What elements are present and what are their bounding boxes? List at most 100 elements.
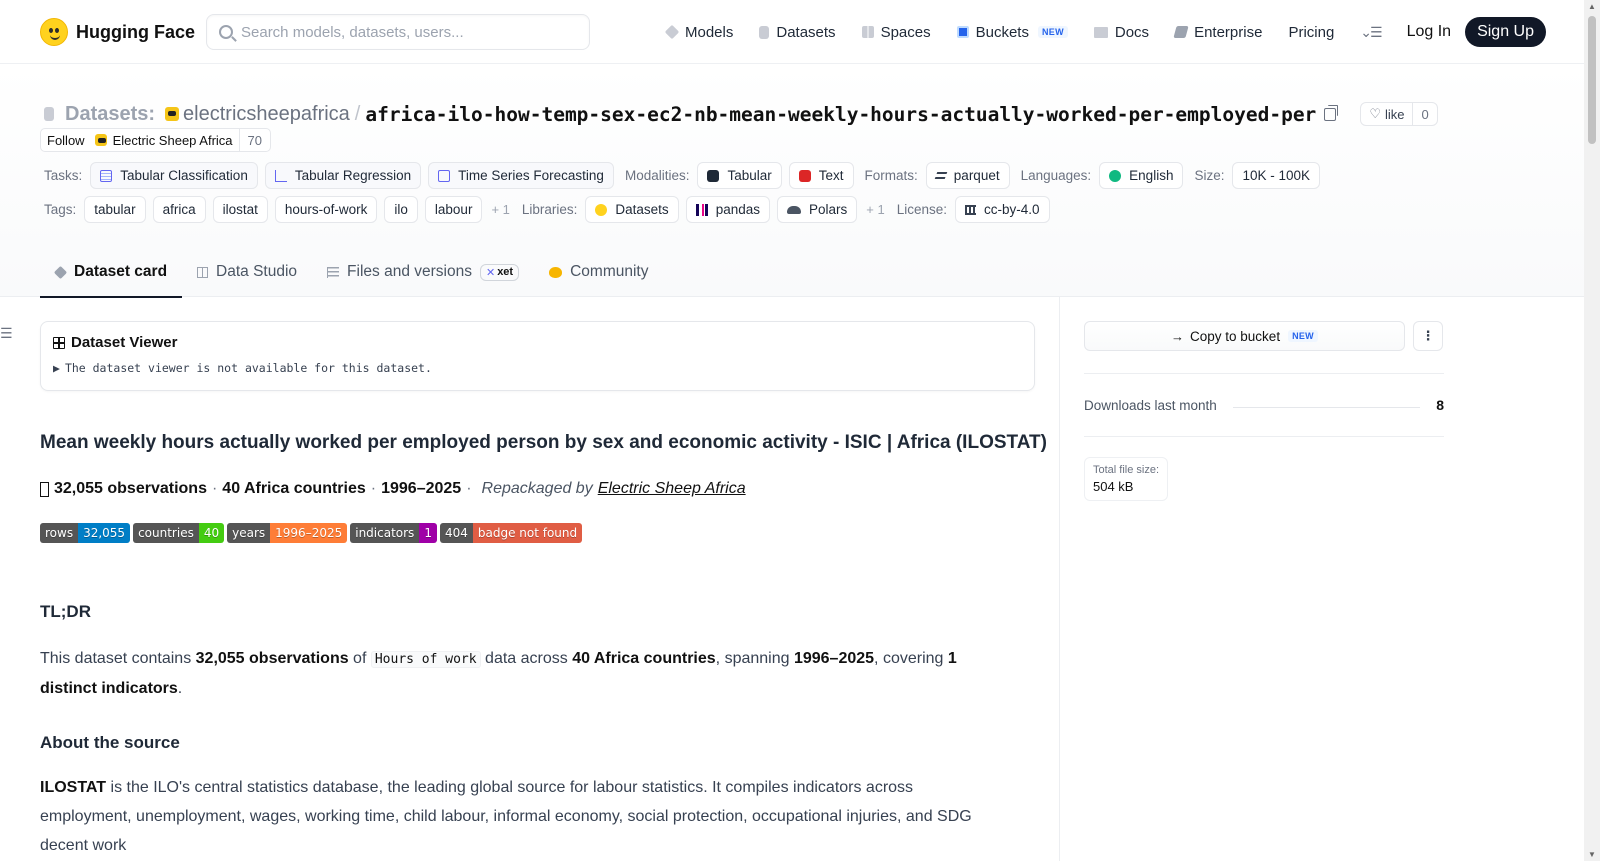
repo-title-row: Datasets: electricsheepafrica / africa-i… bbox=[44, 102, 1438, 126]
parquet-icon bbox=[934, 172, 948, 179]
library-chip-datasets[interactable]: Datasets bbox=[585, 196, 679, 223]
org-avatar-icon bbox=[165, 107, 180, 121]
downloads-label: Downloads last month bbox=[1084, 397, 1217, 413]
chip-label: Tabular bbox=[727, 168, 772, 183]
repackager-link[interactable]: Electric Sheep Africa bbox=[598, 480, 746, 497]
copy-to-bucket-button[interactable]: → Copy to bucket NEW bbox=[1084, 321, 1405, 351]
breadcrumb-separator: / bbox=[354, 102, 361, 125]
chip-label: tabular bbox=[94, 202, 136, 217]
datasets-breadcrumb[interactable]: Datasets: bbox=[65, 103, 155, 126]
libraries-label: Libraries: bbox=[521, 202, 578, 217]
like-button[interactable]: ♡ like 0 bbox=[1360, 102, 1438, 126]
tag-chip[interactable]: hours-of-work bbox=[274, 196, 378, 223]
tag-chip[interactable]: ilostat bbox=[212, 196, 268, 223]
tab-label: Files and versions bbox=[347, 263, 472, 280]
modalities-label: Modalities: bbox=[624, 168, 690, 183]
signup-button[interactable]: Sign Up bbox=[1465, 17, 1546, 47]
scroll-up-arrow-icon[interactable]: ▲ bbox=[1588, 2, 1596, 11]
hugging-face-logo-icon bbox=[40, 18, 68, 46]
modality-chip-text[interactable]: Text bbox=[788, 162, 854, 189]
library-chip-pandas[interactable]: pandas bbox=[685, 196, 770, 223]
tab-community[interactable]: Community bbox=[534, 247, 663, 297]
search-input[interactable] bbox=[241, 23, 571, 41]
chip-label: parquet bbox=[953, 168, 1000, 183]
polars-icon bbox=[786, 205, 801, 214]
nav-pricing-link[interactable]: Pricing bbox=[1288, 24, 1334, 41]
nav-docs-label: Docs bbox=[1114, 23, 1150, 41]
downloads-sparkline bbox=[1232, 406, 1421, 408]
shield-badge: 404 badge not found bbox=[439, 523, 583, 543]
tag-chip[interactable]: tabular bbox=[84, 196, 146, 223]
text-span: is the ILO's central statistics database… bbox=[40, 779, 972, 854]
table-icon bbox=[53, 336, 65, 349]
chip-label: ilostat bbox=[222, 202, 258, 217]
nav-docs-link[interactable]: Docs bbox=[1093, 23, 1150, 41]
tab-dataset-card[interactable]: Dataset card bbox=[40, 247, 183, 298]
chip-label: hours-of-work bbox=[284, 202, 368, 217]
login-link[interactable]: Log In bbox=[1407, 23, 1451, 41]
library-chip-polars[interactable]: Polars bbox=[776, 196, 858, 223]
more-tags-button[interactable]: + 1 bbox=[491, 202, 509, 217]
tag-chip[interactable]: africa bbox=[152, 196, 206, 223]
nav-buckets-link[interactable]: Buckets NEW bbox=[956, 23, 1068, 41]
new-badge: NEW bbox=[1037, 26, 1068, 38]
size-chip[interactable]: 10K - 100K bbox=[1232, 162, 1321, 189]
dataset-icon bbox=[44, 107, 54, 121]
tab-data-studio[interactable]: Data Studio bbox=[182, 247, 312, 297]
modality-chip-tabular[interactable]: Tabular bbox=[697, 162, 782, 189]
search-icon bbox=[219, 25, 233, 39]
languages-label: Languages: bbox=[1020, 168, 1092, 183]
copy-icon[interactable] bbox=[1324, 104, 1339, 121]
more-menu-icon[interactable]: ⌄☰ bbox=[1360, 24, 1382, 41]
buckets-icon bbox=[956, 26, 969, 38]
nav-datasets-link[interactable]: Datasets bbox=[759, 24, 836, 41]
nav-buckets-label: Buckets bbox=[975, 23, 1029, 41]
language-chip-english[interactable]: English bbox=[1099, 162, 1184, 189]
task-chip-tabular-classification[interactable]: Tabular Classification bbox=[90, 162, 258, 189]
chip-label: Tabular Classification bbox=[120, 168, 248, 183]
nav-spaces-link[interactable]: Spaces bbox=[861, 24, 931, 41]
top-navbar: Hugging Face Models Datasets Spaces Buck… bbox=[0, 0, 1584, 64]
task-chip-time-series-forecasting[interactable]: Time Series Forecasting bbox=[428, 162, 614, 189]
missing-glyph-icon bbox=[40, 481, 49, 497]
viewer-title-text: Dataset Viewer bbox=[71, 334, 178, 351]
more-options-button[interactable]: ⋮ bbox=[1413, 321, 1443, 351]
globe-icon bbox=[1109, 169, 1122, 182]
nav-pricing-label: Pricing bbox=[1288, 23, 1335, 41]
org-link[interactable]: electricsheepafrica bbox=[183, 103, 350, 126]
scroll-down-arrow-icon[interactable]: ▼ bbox=[1588, 850, 1596, 859]
badge-value: 1 bbox=[419, 523, 437, 543]
formats-label: Formats: bbox=[864, 168, 918, 183]
copy-label: Copy to bucket bbox=[1190, 328, 1281, 344]
page-scrollbar[interactable]: ▲ ▼ bbox=[1584, 0, 1600, 861]
toc-toggle-icon[interactable]: ☰ bbox=[0, 325, 13, 342]
tag-chip[interactable]: ilo bbox=[384, 196, 418, 223]
task-chip-tabular-regression[interactable]: Tabular Regression bbox=[264, 162, 422, 189]
metadata-row-1: Tasks: Tabular Classification Tabular Re… bbox=[40, 162, 1327, 189]
tag-chip[interactable]: labour bbox=[424, 196, 483, 223]
license-chip[interactable]: cc-by-4.0 bbox=[954, 196, 1050, 223]
chip-label: Tabular Regression bbox=[294, 168, 412, 183]
text-icon bbox=[798, 169, 811, 182]
viewer-unavailable-toggle[interactable]: ▶ The dataset viewer is not available fo… bbox=[53, 361, 1022, 375]
follow-button[interactable]: Follow Electric Sheep Africa 70 bbox=[40, 128, 271, 152]
copy-row: → Copy to bucket NEW ⋮ bbox=[1084, 321, 1444, 351]
follow-row: Follow Electric Sheep Africa 70 bbox=[40, 128, 271, 152]
file-size-label: Total file size: bbox=[1093, 464, 1160, 476]
chip-label: labour bbox=[434, 202, 473, 217]
format-chip-parquet[interactable]: parquet bbox=[925, 162, 1010, 189]
search-box[interactable] bbox=[206, 14, 590, 50]
bold-span: 32,055 observations bbox=[195, 650, 349, 667]
scrollbar-thumb[interactable] bbox=[1588, 16, 1596, 144]
nav-enterprise-link[interactable]: Enterprise bbox=[1173, 24, 1262, 41]
separator: · bbox=[370, 480, 377, 497]
nav-models-link[interactable]: Models bbox=[664, 24, 733, 41]
more-libraries-button[interactable]: + 1 bbox=[866, 202, 884, 217]
xet-label: xet bbox=[497, 266, 514, 278]
home-logo-link[interactable]: Hugging Face bbox=[40, 18, 195, 46]
docs-icon bbox=[1093, 26, 1108, 38]
summary-line: 32,055 observations · 40 Africa countrie… bbox=[40, 480, 1060, 498]
badge-value: badge not found bbox=[472, 523, 583, 543]
tab-files-and-versions[interactable]: Files and versions ✕ xet bbox=[312, 247, 534, 297]
repo-name-link[interactable]: africa-ilo-how-temp-sex-ec2-nb-mean-week… bbox=[365, 103, 1316, 126]
